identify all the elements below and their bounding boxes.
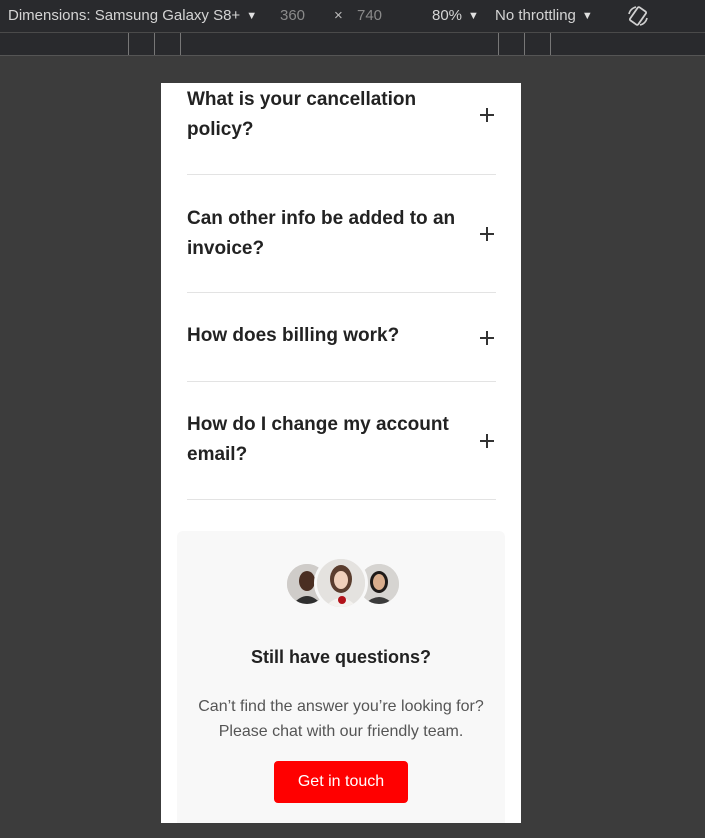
- faq-item[interactable]: How does billing work?: [187, 293, 496, 382]
- device-viewport: What is your cancellation policy? Can ot…: [161, 83, 521, 823]
- cta-description: Can’t find the answer you’re looking for…: [198, 698, 484, 740]
- ruler-tick: [550, 33, 551, 55]
- throttling-label: No throttling: [495, 7, 576, 24]
- faq-item[interactable]: What is your cancellation policy?: [187, 83, 496, 175]
- ruler-tick: [180, 33, 181, 55]
- chevron-down-icon: ▼: [581, 9, 593, 22]
- device-toolbar: Dimensions: Samsung Galaxy S8+ ▼ 360 × 7…: [0, 0, 705, 33]
- faq-list: What is your cancellation policy? Can ot…: [187, 83, 496, 500]
- chevron-down-icon: ▼: [246, 9, 258, 22]
- ruler-tick: [524, 33, 525, 55]
- plus-icon[interactable]: [480, 331, 494, 345]
- faq-question: Can other info be added to an invoice?: [187, 208, 456, 259]
- times-icon: ×: [334, 7, 343, 24]
- rotate-icon[interactable]: [626, 4, 650, 28]
- faq-question: How does billing work?: [187, 325, 400, 346]
- zoom-label: 80%: [432, 7, 463, 24]
- ruler-tick: [498, 33, 499, 55]
- faq-question: What is your cancellation policy?: [187, 89, 417, 140]
- faq-question: How do I change my account email?: [187, 414, 449, 465]
- avatar: [314, 556, 368, 610]
- chevron-down-icon: ▼: [468, 9, 479, 22]
- plus-icon[interactable]: [480, 108, 494, 122]
- width-input[interactable]: 360: [280, 7, 305, 24]
- ruler-tick: [128, 33, 129, 55]
- media-query-ruler: [0, 33, 705, 56]
- contact-card: Still have questions? Can’t find the ans…: [177, 531, 505, 823]
- plus-icon[interactable]: [480, 227, 494, 241]
- height-input[interactable]: 740: [357, 7, 382, 24]
- faq-item[interactable]: Can other info be added to an invoice?: [187, 175, 496, 293]
- team-avatars: [284, 556, 402, 612]
- zoom-select[interactable]: 80% ▼: [432, 7, 479, 24]
- device-dimensions-label: Dimensions: Samsung Galaxy S8+: [8, 7, 241, 24]
- throttling-select[interactable]: No throttling ▼: [495, 7, 593, 24]
- plus-icon[interactable]: [480, 434, 494, 448]
- ruler-tick: [154, 33, 155, 55]
- device-select[interactable]: Dimensions: Samsung Galaxy S8+ ▼: [8, 7, 257, 24]
- get-in-touch-button[interactable]: Get in touch: [274, 761, 408, 803]
- faq-item[interactable]: How do I change my account email?: [187, 382, 496, 500]
- cta-title: Still have questions?: [250, 647, 432, 667]
